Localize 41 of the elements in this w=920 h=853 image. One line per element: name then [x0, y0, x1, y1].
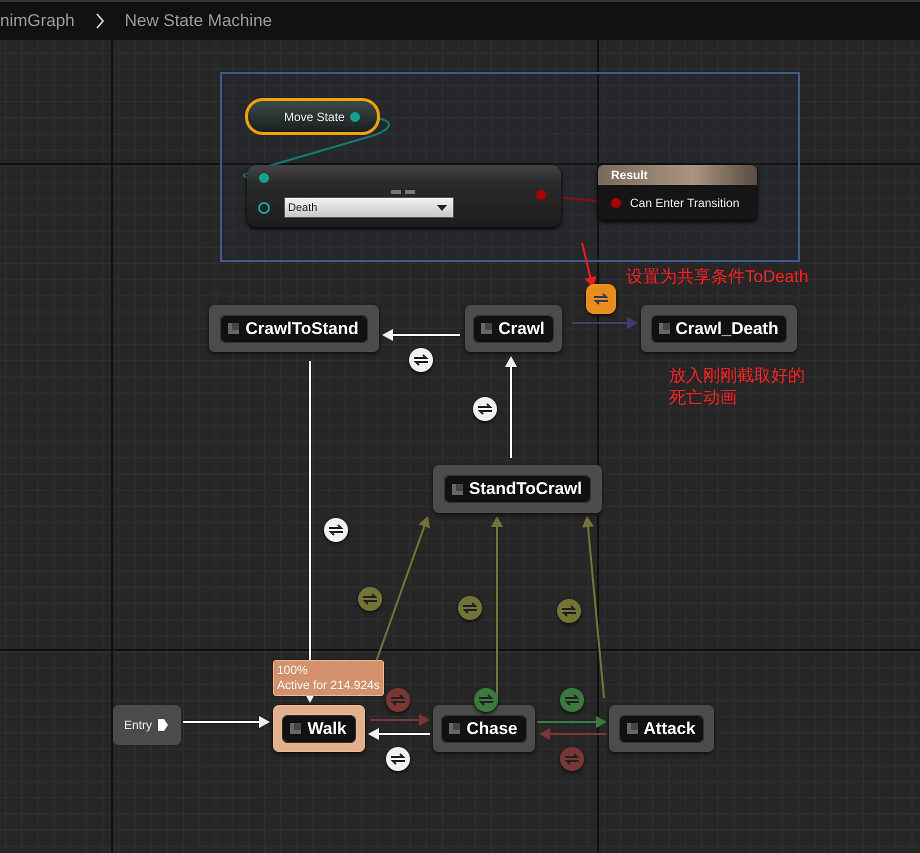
transition-icon[interactable]: [586, 284, 616, 314]
caret-icon: [437, 204, 447, 210]
state-node[interactable]: Crawl: [465, 305, 562, 352]
state-node[interactable]: StandToCrawl: [433, 465, 602, 513]
transition-icon[interactable]: [409, 348, 433, 372]
annotation-text: 死亡动画: [669, 387, 737, 409]
node-title: Result: [598, 165, 757, 185]
move-state-node[interactable]: Move State: [245, 98, 380, 135]
transition-icon[interactable]: [473, 397, 497, 421]
annotation-text: 设置为共享条件ToDeath: [626, 266, 808, 288]
entry-label: Entry: [124, 718, 152, 732]
entry-node[interactable]: Entry: [113, 705, 181, 745]
state-icon: [626, 723, 638, 734]
state-icon: [290, 723, 302, 734]
state-icon: [228, 323, 240, 334]
transition-icon[interactable]: [386, 747, 410, 771]
transition-icon[interactable]: [324, 518, 348, 542]
entry-pin-icon: [157, 718, 170, 732]
enum-dropdown[interactable]: Death: [284, 197, 454, 218]
breadcrumb-item[interactable]: New State Machine: [124, 11, 272, 31]
state-icon: [452, 484, 463, 494]
pin-label: Can Enter Transition: [630, 196, 740, 210]
state-node[interactable]: Walk: [273, 705, 365, 752]
transition-arrow: [368, 728, 430, 740]
chevron-icon: [94, 13, 105, 29]
state-tooltip: 100% Active for 214.924s: [273, 660, 384, 696]
equals-icon: [391, 190, 416, 194]
transition-arrow: [572, 317, 638, 329]
state-icon: [449, 723, 460, 734]
state-icon: [658, 323, 670, 334]
pin-icon[interactable]: [258, 202, 270, 214]
state-icon: [481, 323, 492, 334]
transition-arrow: [539, 728, 607, 740]
breadcrumb-item[interactable]: nimGraph: [0, 11, 75, 31]
state-node[interactable]: Attack: [609, 705, 714, 752]
annotation-text: 放入刚刚截取好的: [669, 365, 805, 387]
transition-arrow: [537, 716, 607, 728]
state-node[interactable]: Crawl_Death: [641, 305, 797, 352]
state-node[interactable]: Chase: [433, 705, 535, 752]
state-node[interactable]: CrawlToStand: [209, 305, 379, 352]
transition-arrow: [370, 714, 430, 726]
